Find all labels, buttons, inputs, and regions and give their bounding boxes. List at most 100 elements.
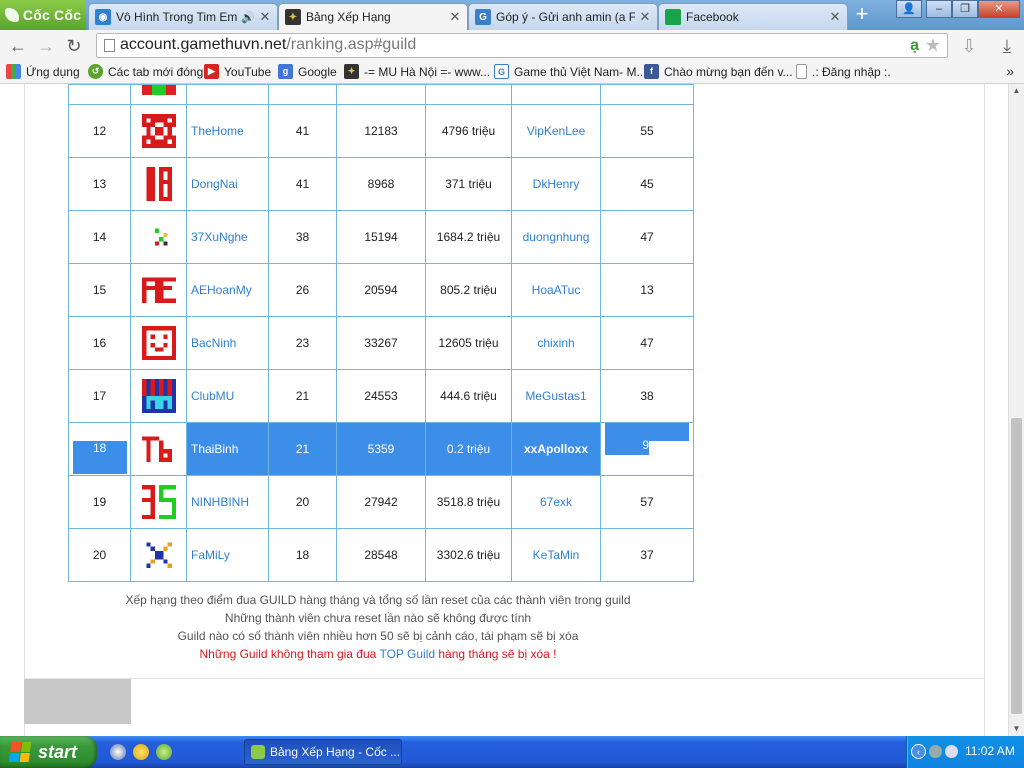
- close-icon[interactable]: ✕: [259, 9, 271, 25]
- windows-taskbar: start Bảng Xếp Hạng - Cốc ... ‹ 11:02 AM: [0, 736, 1024, 768]
- guild-logo-bacninh: [141, 326, 176, 360]
- resets-cell: 57: [600, 475, 694, 529]
- video-icon: ◉: [95, 9, 111, 25]
- bookmark-google[interactable]: g Google: [278, 64, 337, 79]
- warning-line: Những Guild không tham gia đua TOP Guild…: [68, 645, 688, 663]
- guild-master-link[interactable]: xxApolloxx: [511, 422, 601, 476]
- new-tab-icon[interactable]: +: [850, 3, 874, 26]
- guild-master-link[interactable]: MeGustas1: [511, 369, 601, 423]
- guild-name-link[interactable]: 37XuNghe: [186, 210, 269, 264]
- tab-title: Góp ý - Gửi anh amin (a Fan): [496, 10, 635, 24]
- resets-value: 9: [642, 438, 649, 452]
- footer-block: [24, 679, 131, 724]
- url-domain: account.gamethuvn.net: [120, 36, 287, 53]
- forward-icon[interactable]: →: [34, 34, 58, 58]
- scroll-down-icon[interactable]: ▼: [1009, 722, 1024, 736]
- scroll-up-icon[interactable]: ▲: [1009, 84, 1024, 98]
- guild-master-link[interactable]: KeTaMin: [511, 528, 601, 582]
- table-row-partial: [68, 84, 694, 105]
- clock[interactable]: 11:02 AM: [965, 744, 1015, 758]
- bookmark-label: Chào mừng bạn đến v...: [664, 64, 793, 79]
- guild-name-link[interactable]: DongNai: [186, 157, 269, 211]
- tab-facebook[interactable]: Facebook ✕: [658, 3, 848, 30]
- members-cell: 20: [268, 475, 337, 529]
- ranking-notes: Xếp hạng theo điểm đua GUILD hàng tháng …: [68, 591, 688, 663]
- bookmark-recent-tabs[interactable]: ↺ Các tab mới đóng: [88, 64, 203, 79]
- youtube-icon: ▶: [204, 64, 219, 79]
- close-window-icon[interactable]: ✕: [978, 0, 1020, 18]
- bookmark-facebook[interactable]: f Chào mừng bạn đến v...: [644, 64, 793, 79]
- tab-bang-xep-hang[interactable]: ✦ Bảng Xếp Hạng ✕: [278, 3, 468, 30]
- guild-name-link[interactable]: BacNinh: [186, 316, 269, 370]
- address-bar[interactable]: account.gamethuvn.net/ranking.asp#guild …: [96, 33, 948, 58]
- points-cell: [336, 84, 426, 105]
- logo-cell: [130, 104, 187, 158]
- download-icon[interactable]: ⤓: [994, 34, 1020, 58]
- close-icon[interactable]: ✕: [829, 9, 841, 25]
- guild-name-link[interactable]: ThaiBinh: [186, 422, 269, 476]
- table-row: 13 DongNai 41 8968 371 triệu DkHenry 45: [68, 157, 694, 211]
- url-text[interactable]: account.gamethuvn.net/ranking.asp#guild: [120, 36, 416, 54]
- guild-master-link[interactable]: VipKenLee: [511, 104, 601, 158]
- guild-master-link[interactable]: 67exk: [511, 475, 601, 529]
- vertical-scrollbar[interactable]: ▲ ▼: [1008, 84, 1024, 736]
- start-button[interactable]: start: [0, 736, 97, 768]
- taskbar-item-coccoc[interactable]: Bảng Xếp Hạng - Cốc ...: [244, 739, 402, 765]
- name-cell: [186, 84, 269, 105]
- coccoc-logo[interactable]: Cốc Cốc: [0, 0, 86, 30]
- scrollbar-thumb[interactable]: [1011, 418, 1022, 714]
- members-cell: 41: [268, 157, 337, 211]
- guild-name-link[interactable]: FaMiLy: [186, 528, 269, 582]
- minimize-icon[interactable]: –: [926, 0, 952, 18]
- messenger-icon[interactable]: [133, 744, 149, 760]
- logo-cell: [130, 210, 187, 264]
- tab-vo-hinh-trong-tim-em[interactable]: ◉ Vô Hình Trong Tim Em - Mr 🔊 ✕: [88, 3, 278, 30]
- bookmark-youtube[interactable]: ▶ YouTube: [204, 64, 271, 79]
- bookmark-game-thu-vn[interactable]: G Game thủ Việt Nam- M...: [494, 64, 647, 79]
- tray-expand-icon[interactable]: ‹: [911, 744, 926, 759]
- guild-logo-dongnai: [141, 167, 176, 201]
- tab-gop-y[interactable]: G Góp ý - Gửi anh amin (a Fan) ✕: [468, 3, 658, 30]
- top-guild-link[interactable]: TOP Guild: [379, 647, 435, 661]
- coccoc-quicklaunch-icon[interactable]: [156, 744, 172, 760]
- back-icon[interactable]: ←: [6, 34, 30, 58]
- members-cell: 23: [268, 316, 337, 370]
- page-left-margin: [0, 84, 24, 736]
- resets-cell: 13: [600, 263, 694, 317]
- speaker-icon[interactable]: 🔊: [241, 11, 255, 24]
- bookmark-mu-hanoi[interactable]: ✦ -= MU Hà Nội =- www...: [344, 64, 490, 79]
- members-cell: 18: [268, 528, 337, 582]
- media-player-icon[interactable]: [110, 744, 126, 760]
- network-tray-icon[interactable]: [945, 745, 958, 758]
- guild-name-link[interactable]: ClubMU: [186, 369, 269, 423]
- logo-cell: [130, 84, 187, 105]
- bookmark-apps[interactable]: Ứng dụng: [6, 64, 80, 79]
- guild-name-link[interactable]: AEHoanMy: [186, 263, 269, 317]
- guild-master-link[interactable]: HoaATuc: [511, 263, 601, 317]
- guild-master-link[interactable]: chixinh: [511, 316, 601, 370]
- close-icon[interactable]: ✕: [449, 9, 461, 25]
- zen-cell: 12605 triệu: [425, 316, 512, 370]
- guild-master-link[interactable]: DkHenry: [511, 157, 601, 211]
- guild-name-link[interactable]: TheHome: [186, 104, 269, 158]
- user-icon[interactable]: 👤: [896, 0, 922, 18]
- note-line: Guild nào có số thành viên nhiều hơn 50 …: [177, 629, 579, 643]
- download-manager-icon[interactable]: ⇩: [956, 34, 982, 58]
- selection-highlight: 9: [605, 438, 649, 455]
- points-cell: 20594: [336, 263, 426, 317]
- taskbar-item-label: Bảng Xếp Hạng - Cốc ...: [270, 745, 401, 759]
- close-icon[interactable]: ✕: [639, 9, 651, 25]
- points-cell: 33267: [336, 316, 426, 370]
- table-row: 15 AEHoanMy 26 20594 805.2 triệu HoaATuc…: [68, 263, 694, 317]
- guild-name-link[interactable]: NINHBINH: [186, 475, 269, 529]
- bookmarks-overflow-icon[interactable]: »: [1006, 63, 1014, 79]
- brand-name: Cốc Cốc: [22, 7, 82, 23]
- bookmark-star-icon[interactable]: ★: [925, 35, 941, 56]
- speaker-tray-icon[interactable]: [929, 745, 942, 758]
- bookmark-dang-nhap[interactable]: .: Đăng nhập :.: [796, 64, 891, 79]
- restore-icon[interactable]: ❐: [952, 0, 978, 18]
- guild-master-link[interactable]: duongnhung: [511, 210, 601, 264]
- coccoc-typing-icon[interactable]: ạ: [910, 37, 919, 55]
- reload-icon[interactable]: ↻: [62, 34, 86, 58]
- url-path: /ranking.asp#guild: [286, 36, 417, 53]
